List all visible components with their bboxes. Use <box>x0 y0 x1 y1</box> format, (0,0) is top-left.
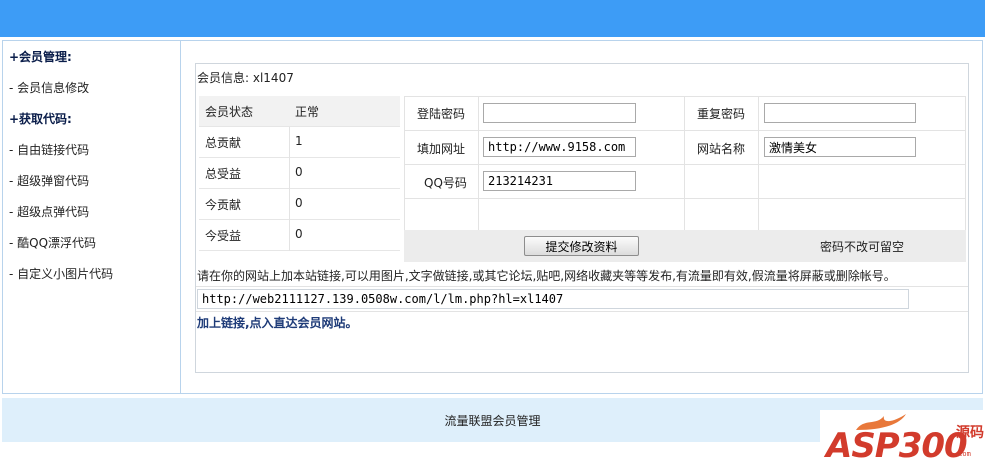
add-link-hint: 加上链接,点入直达会员网站。 <box>197 316 358 330</box>
divider <box>196 311 968 312</box>
grid-line <box>478 96 479 230</box>
member-link-url-field[interactable] <box>197 289 909 309</box>
password-label: 登陆密码 <box>417 107 466 121</box>
sidebar-heading-member: +会员管理: <box>9 50 72 64</box>
sidebar-item-edit-member-info[interactable]: - 会员信息修改 <box>9 79 89 96</box>
sidebar-item-click-popup-code[interactable]: - 超级点弹代码 <box>9 203 89 220</box>
stats-divider <box>289 127 290 251</box>
logo-domain-text: .com <box>954 450 971 458</box>
grid-line <box>404 164 966 165</box>
submit-changes-button[interactable]: 提交修改资料 <box>524 236 639 256</box>
qq-label: QQ号码 <box>424 176 467 190</box>
logo-suffix-text: 源码 <box>956 425 984 441</box>
repeat-password-input[interactable] <box>764 103 916 123</box>
sidebar-heading-get-code: +获取代码: <box>9 112 72 126</box>
sidebar-item-qq-float-code[interactable]: - 酷QQ漂浮代码 <box>9 234 96 251</box>
top-header-bar <box>0 0 985 37</box>
site-name-label: 网站名称 <box>697 142 746 156</box>
stat-label-today-benefit: 今受益 <box>205 229 242 243</box>
stat-value-status: 正常 <box>295 105 320 119</box>
password-input[interactable] <box>483 103 636 123</box>
stat-value-total-benefit: 0 <box>295 165 303 179</box>
grid-line <box>404 198 966 199</box>
stat-value-today-contribution: 0 <box>295 196 303 210</box>
stat-label-status: 会员状态 <box>205 105 254 119</box>
site-url-input[interactable] <box>483 137 636 157</box>
grid-line <box>684 96 685 230</box>
grid-line <box>758 96 759 230</box>
asp300-watermark-logo: ASP300 源码 .com <box>820 410 995 466</box>
sidebar-item-free-link-code[interactable]: - 自由链接代码 <box>9 141 89 158</box>
stat-label-total-contribution: 总贡献 <box>205 136 242 150</box>
qq-input[interactable] <box>483 171 636 191</box>
sidebar-item-popup-code[interactable]: - 超级弹窗代码 <box>9 172 89 189</box>
site-url-label: 填加网址 <box>417 142 466 156</box>
stat-value-total-contribution: 1 <box>295 134 303 148</box>
stat-label-today-contribution: 今贡献 <box>205 198 242 212</box>
grid-line <box>404 130 966 131</box>
divider <box>196 286 968 287</box>
link-instructions: 请在你的网站上加本站链接,可以用图片,文字做链接,或其它论坛,贴吧,网络收藏夹等… <box>197 269 896 283</box>
logo-brand-text: ASP300 <box>826 426 968 466</box>
stat-value-today-benefit: 0 <box>295 227 303 241</box>
password-note: 密码不改可留空 <box>820 240 905 254</box>
stat-label-total-benefit: 总受益 <box>205 167 242 181</box>
sidebar-item-custom-image-code[interactable]: - 自定义小图片代码 <box>9 265 113 282</box>
site-name-input[interactable] <box>764 137 916 157</box>
member-info-title: 会员信息: xl1407 <box>197 71 294 85</box>
repeat-password-label: 重复密码 <box>697 107 746 121</box>
